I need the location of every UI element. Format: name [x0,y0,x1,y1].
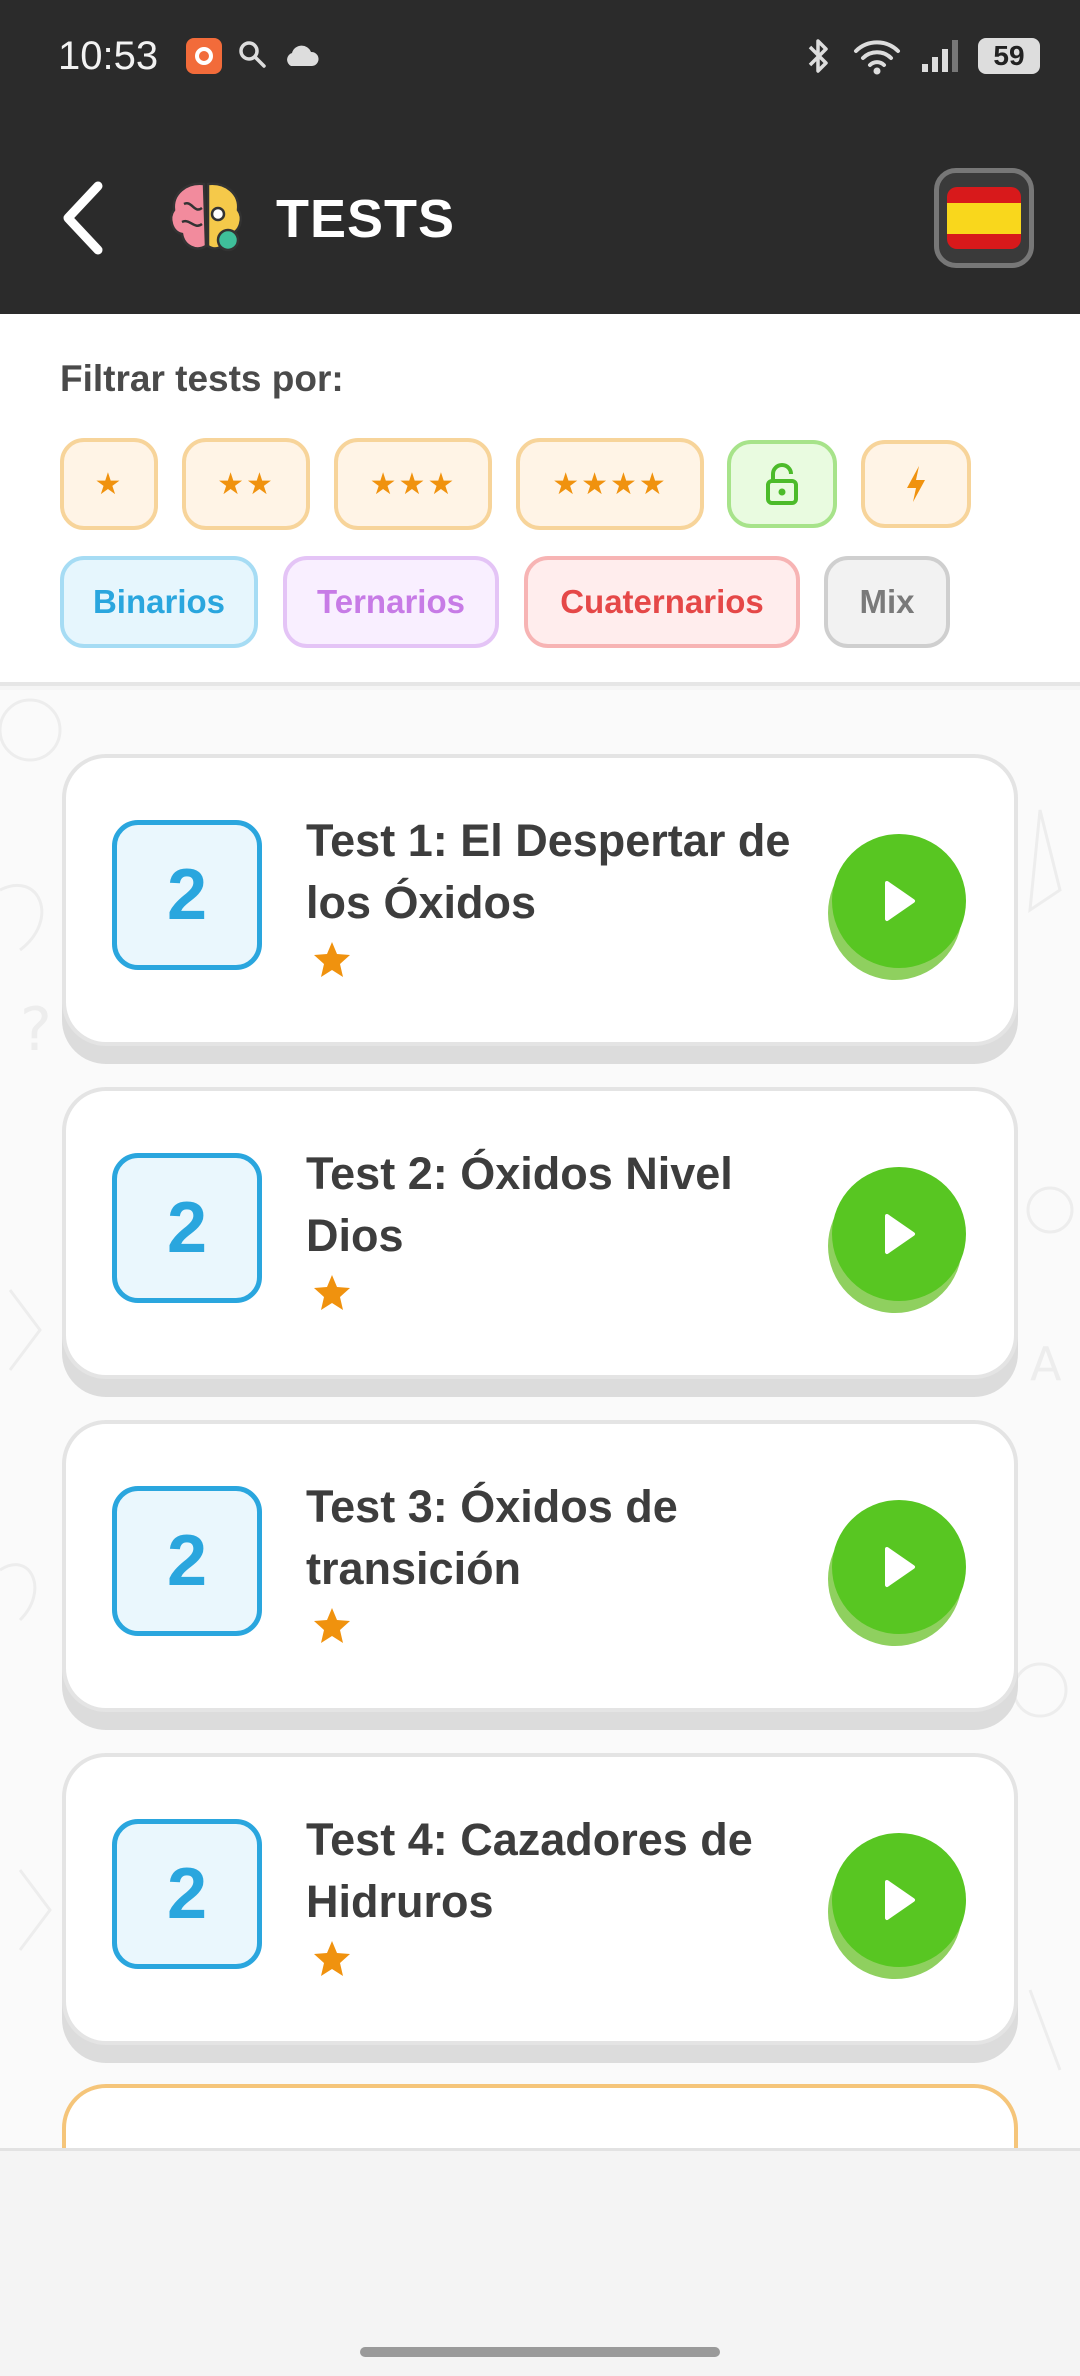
filter-challenge[interactable] [861,440,971,528]
filter-label: Filtrar tests por: [60,358,344,399]
play-button[interactable] [832,1500,966,1634]
filter-1-star[interactable]: ★ [60,438,158,530]
test-level-badge: 2 [112,1486,262,1636]
bluetooth-icon [808,39,828,73]
page-title: TESTS [276,189,456,249]
play-icon [885,1880,915,1920]
star-icon [314,942,350,977]
svg-text:?: ? [20,995,52,1065]
gesture-handle[interactable] [360,2347,720,2357]
filter-binarios[interactable]: Binarios [60,556,258,648]
play-button[interactable] [832,1167,966,1301]
filter-1-star-label: ★ [94,467,124,501]
filter-panel: Filtrar tests por: ★ ★★ ★★★ ★★★★ Binario… [0,314,1080,686]
status-time: 10:53 [58,34,159,78]
cloud-icon [287,45,319,66]
test-title: Test 4: Cazadores de Hidruros [306,1814,753,1927]
filter-binarios-label: Binarios [92,583,226,620]
lock-icon [766,463,798,505]
star-icon [314,1275,350,1310]
filter-2-stars[interactable]: ★★ [182,438,310,530]
test-level-badge: 2 [112,1153,262,1303]
spain-flag-icon [947,187,1021,249]
brain-logo-icon [170,182,242,252]
test-title: Test 2: Óxidos Nivel Dios [306,1148,733,1261]
app-header: TESTS [0,118,1080,314]
battery-icon: 59 [978,38,1040,74]
wifi-icon [854,40,900,75]
status-bar: 10:53 59 [0,0,1080,118]
filter-unlocked[interactable] [727,440,837,528]
svg-text:A: A [1030,1337,1062,1391]
test-card-partial[interactable] [62,2084,1018,2148]
filter-ternarios-label: Ternarios [317,583,465,620]
filter-3-stars-label: ★★★ [369,467,457,501]
lightning-icon [907,466,925,502]
test-title: Test 1: El Despertar de los Óxidos [306,815,791,928]
star-icon [314,1941,350,1976]
test-card[interactable]: 2 Test 4: Cazadores de Hidruros [62,1753,1018,2045]
star-icon [314,1608,350,1643]
filter-cuaternarios[interactable]: Cuaternarios [524,556,800,648]
test-title: Test 3: Óxidos de transición [306,1481,678,1594]
filter-2-stars-label: ★★ [217,467,275,501]
battery-level: 59 [993,40,1025,71]
test-card[interactable]: 2 Test 1: El Despertar de los Óxidos [62,754,1018,1046]
filter-mix[interactable]: Mix [824,556,950,648]
back-chevron-icon[interactable] [56,180,116,256]
play-icon [885,1547,915,1587]
filter-mix-label: Mix [859,583,915,620]
app-notification-icon [186,38,222,74]
filter-4-stars[interactable]: ★★★★ [516,438,704,530]
filter-3-stars[interactable]: ★★★ [334,438,492,530]
test-card[interactable]: 2 Test 2: Óxidos Nivel Dios [62,1087,1018,1379]
bottom-bar [0,2148,1080,2376]
signal-icon [922,40,958,72]
filter-cuaternarios-label: Cuaternarios [560,583,764,620]
language-button[interactable] [934,168,1034,268]
search-icon [239,41,266,68]
test-level-badge: 2 [112,1819,262,1969]
filter-ternarios[interactable]: Ternarios [283,556,499,648]
play-icon [885,1214,915,1254]
play-button[interactable] [832,834,966,968]
test-level-badge: 2 [112,820,262,970]
play-icon [885,881,915,921]
test-list[interactable]: ? A 2 Test 1: El Despertar de los Óxidos… [0,690,1080,2148]
play-button[interactable] [832,1833,966,1967]
test-card[interactable]: 2 Test 3: Óxidos de transición [62,1420,1018,1712]
filter-4-stars-label: ★★★★ [552,467,668,501]
